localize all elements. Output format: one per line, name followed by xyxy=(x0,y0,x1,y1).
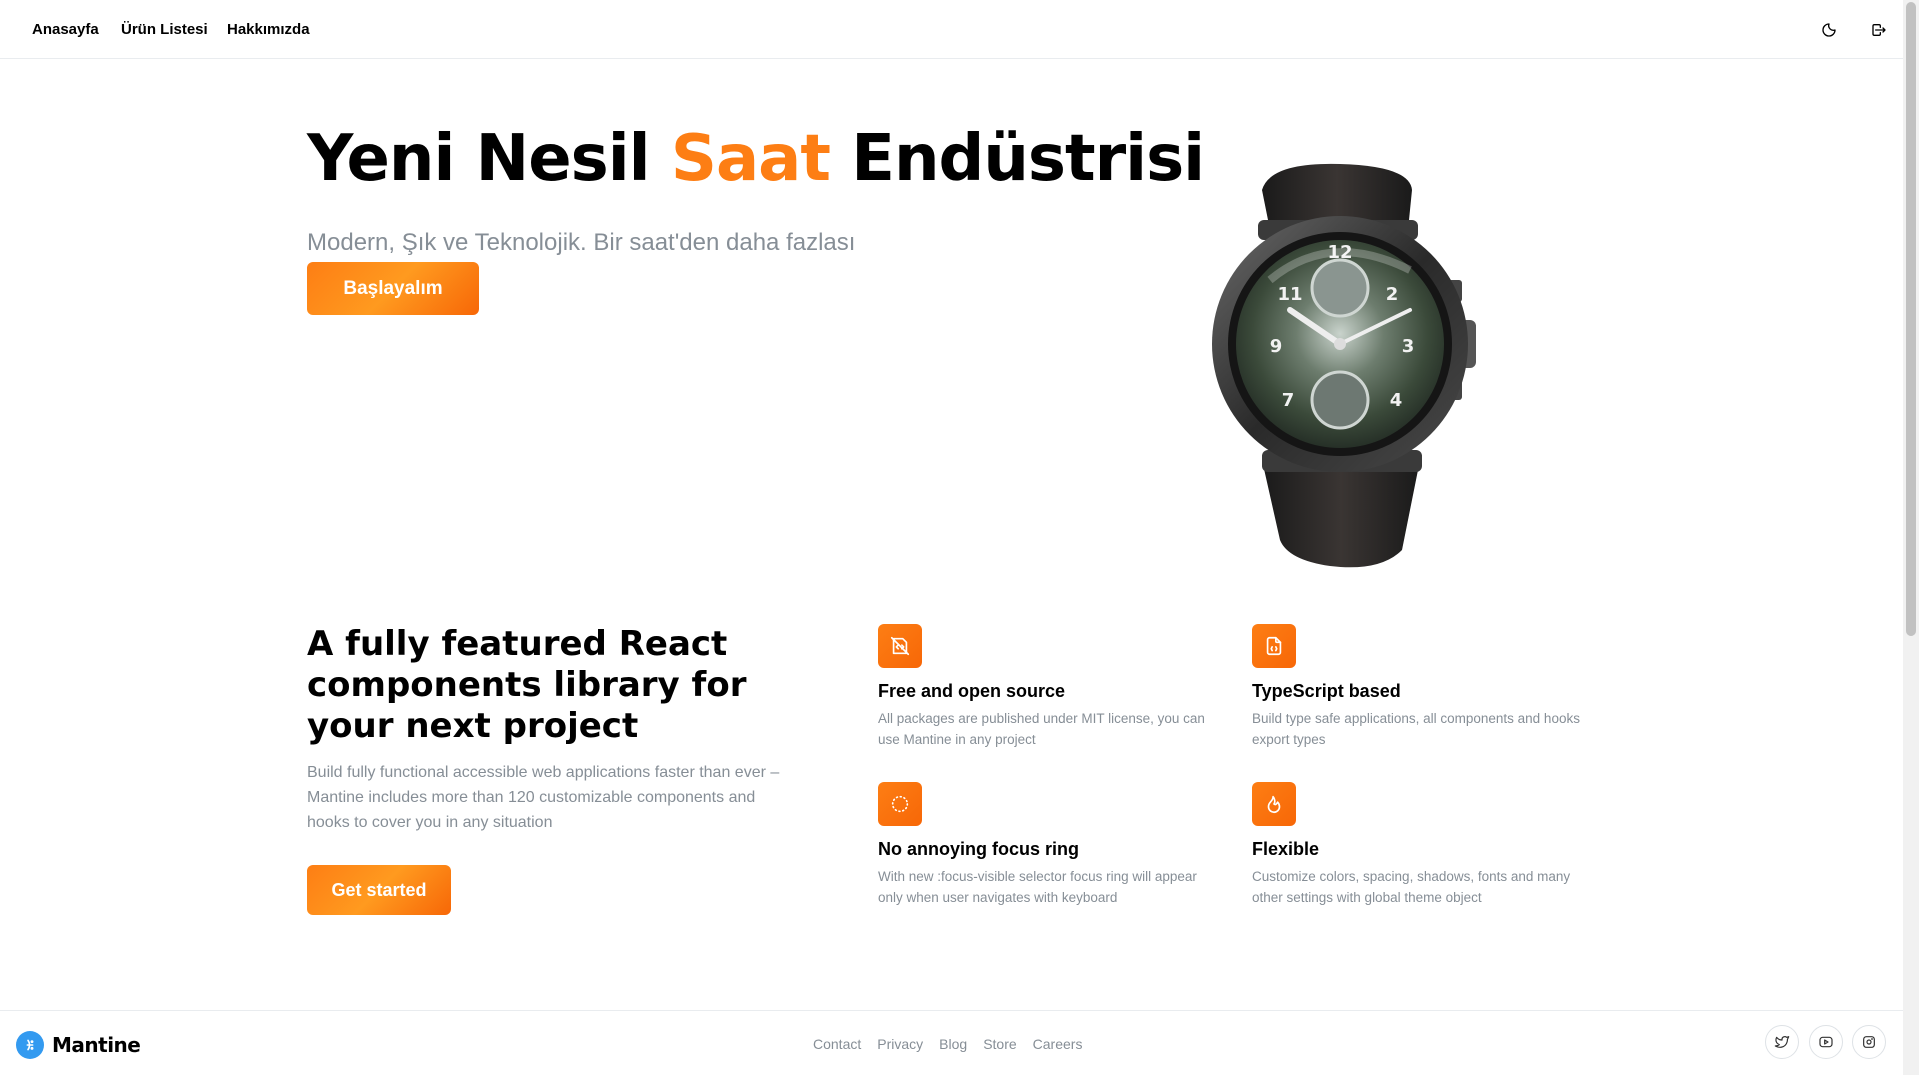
circle-dotted-icon xyxy=(878,782,922,826)
footer-link-privacy[interactable]: Privacy xyxy=(877,1036,923,1052)
file-code-off-icon xyxy=(878,624,922,668)
feature-free-open-source: Free and open source All packages are pu… xyxy=(878,624,1228,750)
feature-description: With new :focus-visible selector focus r… xyxy=(878,869,1197,905)
watch-image: 12 2 3 4 7 9 11 xyxy=(1212,163,1476,568)
feature-title: No annoying focus ring xyxy=(878,839,1079,859)
brand-logo[interactable]: Mantine xyxy=(16,1031,141,1059)
footer-link-contact[interactable]: Contact xyxy=(813,1036,861,1052)
feature-description: Build type safe applications, all compon… xyxy=(1252,711,1580,747)
footer: Mantine Contact Privacy Blog Store Caree… xyxy=(0,1010,1903,1075)
feature-title: Free and open source xyxy=(878,681,1066,701)
file-code-icon xyxy=(1252,624,1296,668)
hero-title: Yeni Nesil Saat Endüstrisi xyxy=(307,122,1205,196)
feature-title: TypeScript based xyxy=(1252,681,1401,701)
footer-link-careers[interactable]: Careers xyxy=(1033,1036,1083,1052)
hero-subtitle: Modern, Şık ve Teknolojik. Bir saat'den … xyxy=(307,229,856,256)
get-started-button[interactable]: Get started xyxy=(307,865,451,915)
nav-about[interactable]: Hakkımızda xyxy=(227,21,310,38)
mantine-logo-icon xyxy=(16,1031,44,1059)
hero-title-part1: Yeni Nesil xyxy=(307,122,671,196)
instagram-icon[interactable] xyxy=(1852,1025,1886,1059)
flame-icon xyxy=(1252,782,1296,826)
features-description: Build fully functional accessible web ap… xyxy=(307,764,780,831)
logout-icon[interactable] xyxy=(1867,18,1891,42)
get-started-hero-button[interactable]: Başlayalım xyxy=(307,262,479,315)
svg-text:4: 4 xyxy=(1390,390,1403,411)
svg-text:11: 11 xyxy=(1277,284,1302,305)
svg-text:3: 3 xyxy=(1402,336,1415,357)
svg-text:2: 2 xyxy=(1386,284,1399,305)
feature-title: Flexible xyxy=(1252,839,1320,859)
page-scrollbar[interactable] xyxy=(1903,0,1919,1075)
hero-title-accent: Saat xyxy=(670,122,831,196)
svg-text:7: 7 xyxy=(1282,390,1295,411)
twitter-icon[interactable] xyxy=(1765,1025,1799,1059)
svg-text:9: 9 xyxy=(1270,336,1283,357)
youtube-icon[interactable] xyxy=(1809,1025,1843,1059)
feature-description: All packages are published under MIT lic… xyxy=(878,711,1205,747)
footer-link-store[interactable]: Store xyxy=(983,1036,1016,1052)
top-navigation: Anasayfa Ürün Listesi Hakkımızda xyxy=(0,0,1903,59)
nav-product-list[interactable]: Ürün Listesi xyxy=(121,21,208,38)
feature-flexible: Flexible Customize colors, spacing, shad… xyxy=(1252,782,1602,908)
hero-title-part2: Endüstrisi xyxy=(829,122,1205,196)
feature-typescript: TypeScript based Build type safe applica… xyxy=(1252,624,1602,750)
brand-name: Mantine xyxy=(52,1033,141,1057)
scrollbar-thumb[interactable] xyxy=(1906,2,1916,636)
footer-link-blog[interactable]: Blog xyxy=(939,1036,967,1052)
feature-focus-ring: No annoying focus ring With new :focus-v… xyxy=(878,782,1228,908)
features-title: A fully featured React components librar… xyxy=(307,624,747,746)
footer-links: Contact Privacy Blog Store Careers xyxy=(813,1036,1082,1052)
feature-description: Customize colors, spacing, shadows, font… xyxy=(1252,869,1571,905)
nav-home[interactable]: Anasayfa xyxy=(32,21,99,38)
moon-icon[interactable] xyxy=(1817,18,1841,42)
